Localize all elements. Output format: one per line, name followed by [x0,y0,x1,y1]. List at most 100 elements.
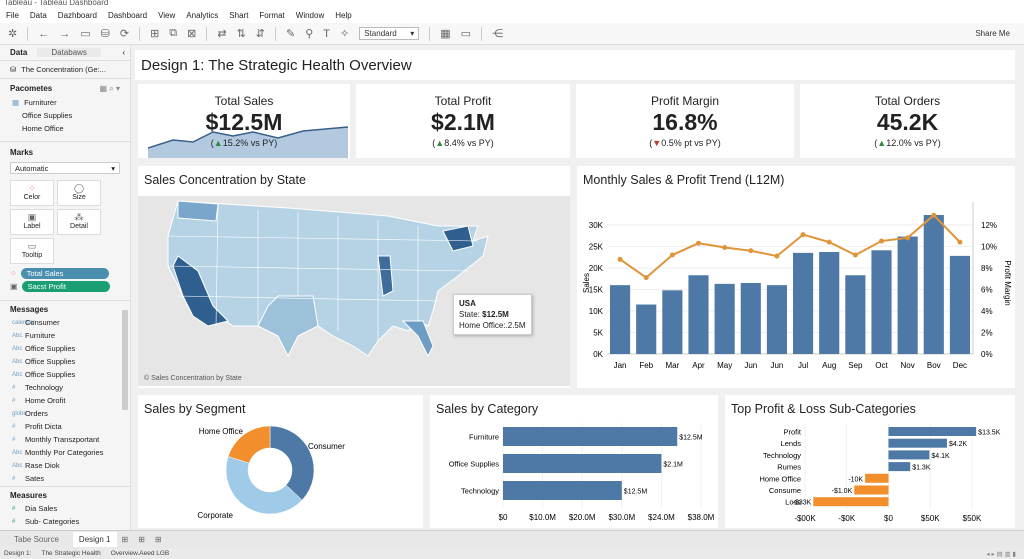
search-icon[interactable]: ▦ ⌕ ▾ [100,84,121,94]
profit-margin-point[interactable] [800,232,806,238]
field-item[interactable]: # Technology [0,381,130,394]
profit-margin-point[interactable] [905,235,911,241]
presentation-icon[interactable]: ▭ [461,27,471,40]
field-item[interactable]: Abc Office Supplies [0,355,130,368]
profit-margin-point[interactable] [643,275,649,281]
mark-type-select[interactable]: Automatic ▾ [10,162,120,174]
datasource-name[interactable]: The Concentration (Ge:... [21,65,106,74]
marks-tooltip-button[interactable]: ▭ Tooltip [10,238,54,264]
field-item[interactable]: # Profit Dicta [0,420,130,433]
bar[interactable] [503,427,678,446]
field-item[interactable]: # Home Orofit [0,394,130,407]
highlight-icon[interactable]: ✎ [286,27,295,40]
scrollbar[interactable] [122,310,128,410]
sort-desc-icon[interactable]: ⇵ [256,27,265,40]
profit-margin-point[interactable] [826,239,832,245]
forward-icon[interactable]: → [59,28,70,40]
tab-databases[interactable]: Databaws [37,48,101,57]
save-icon[interactable]: ▭ [80,27,90,40]
sales-bar[interactable] [662,290,683,354]
bar[interactable] [888,427,977,436]
profit-margin-point[interactable] [852,252,858,258]
sort-asc-icon[interactable]: ⇅ [237,27,246,40]
collapse-icon[interactable]: ‹ [122,48,130,57]
profit-margin-point[interactable] [696,240,701,246]
measure-item[interactable]: # Sub- Categories [0,515,130,528]
marks-size-button[interactable]: ◯ Size [57,180,101,206]
duplicate-icon[interactable]: ⧉ [169,27,177,40]
new-sheet-icon[interactable]: ⊞ [150,27,159,40]
field-item[interactable]: Abc Office Supplies [0,342,130,355]
tab-data-source[interactable]: Tabe Source [0,535,73,544]
field-item[interactable]: calendar Consumer [0,316,130,329]
pin-icon[interactable]: ✧ [340,27,349,40]
field-item[interactable]: Abc Rase Diok [0,459,130,472]
clear-icon[interactable]: ⊠ [187,27,196,40]
field-item[interactable]: #Charry Segment [0,485,130,486]
bar[interactable] [865,473,889,483]
sales-bar[interactable] [897,236,918,354]
fit-select[interactable]: Standard ▾ [359,27,420,40]
bar[interactable] [854,485,889,495]
profit-margin-point[interactable] [931,212,937,218]
menu-item[interactable]: Dashboard [108,11,147,20]
tab-design-1[interactable]: Design 1 [72,532,117,547]
parameter-item[interactable]: ▦ Furniturer [0,96,130,109]
profit-margin-point[interactable] [669,252,675,258]
profit-margin-point[interactable] [957,239,963,245]
sales-bar[interactable] [766,285,787,354]
attach-icon[interactable]: ⚲ [305,27,313,40]
mark-pill[interactable]: Sacst Profit [21,281,110,292]
menu-item[interactable]: Window [296,11,324,20]
view-toggle-icons[interactable]: ◂ ▸ ▤ ▥ ▮ [986,550,1016,558]
menu-item[interactable]: Shart [229,11,248,20]
share-network-icon[interactable]: ⋲ [492,27,503,40]
menu-item[interactable]: View [158,11,175,20]
sales-bar[interactable] [819,252,840,354]
menu-item[interactable]: Format [259,11,284,20]
sales-bar[interactable] [871,250,892,354]
field-item[interactable]: # Sates [0,472,130,485]
sales-bar[interactable] [949,255,970,354]
bar[interactable] [813,497,889,507]
sales-bar[interactable] [610,285,631,354]
parameter-item[interactable]: Office Supplies [0,109,130,122]
menu-item[interactable]: Help [335,11,351,20]
new-dashboard-icon[interactable]: ⊞ [133,535,150,544]
menu-item[interactable]: File [6,11,19,20]
bar[interactable] [888,462,911,472]
measure-item[interactable]: # Dia Sales [0,502,130,515]
sales-bar[interactable] [714,283,735,354]
sales-bar[interactable] [793,252,814,354]
menu-item[interactable]: Data [30,11,47,20]
bar[interactable] [503,481,622,500]
sales-bar[interactable] [845,275,866,354]
sales-bar[interactable] [636,304,657,354]
back-icon[interactable]: ← [38,28,49,40]
new-story-icon[interactable]: ⊞ [150,535,167,544]
profit-margin-point[interactable] [774,253,780,259]
donut-slice[interactable] [269,425,315,501]
marks-label-button[interactable]: ▣ Label [10,209,54,235]
show-cards-icon[interactable]: ▦ [440,27,450,40]
new-sheet-icon[interactable]: ⊞ [117,535,134,544]
refresh-icon[interactable]: ⟳ [120,27,129,40]
parameter-item[interactable]: Home Office [0,122,130,135]
sales-bar[interactable] [923,215,944,354]
field-item[interactable]: Abc Furniture [0,329,130,342]
profit-margin-point[interactable] [879,238,884,244]
field-item[interactable]: Abc Office Supplies [0,368,130,381]
share-button[interactable]: Share Me [975,29,1010,38]
marks-celor-button[interactable]: ⁘ Celor [10,180,54,206]
swap-icon[interactable]: ⇄ [217,27,226,40]
mark-pill[interactable]: Total Sales [20,268,109,279]
bar[interactable] [503,454,662,473]
tab-data[interactable]: Data [0,48,37,57]
bar[interactable] [888,438,947,448]
field-item[interactable]: # Monthly Transzportant [0,433,130,446]
bar[interactable] [888,450,930,460]
field-item[interactable]: Abc Monthly Por Categories [0,446,130,459]
label-icon[interactable]: T [323,28,330,40]
profit-margin-point[interactable] [748,248,754,254]
field-item[interactable]: globe Orders [0,407,130,420]
